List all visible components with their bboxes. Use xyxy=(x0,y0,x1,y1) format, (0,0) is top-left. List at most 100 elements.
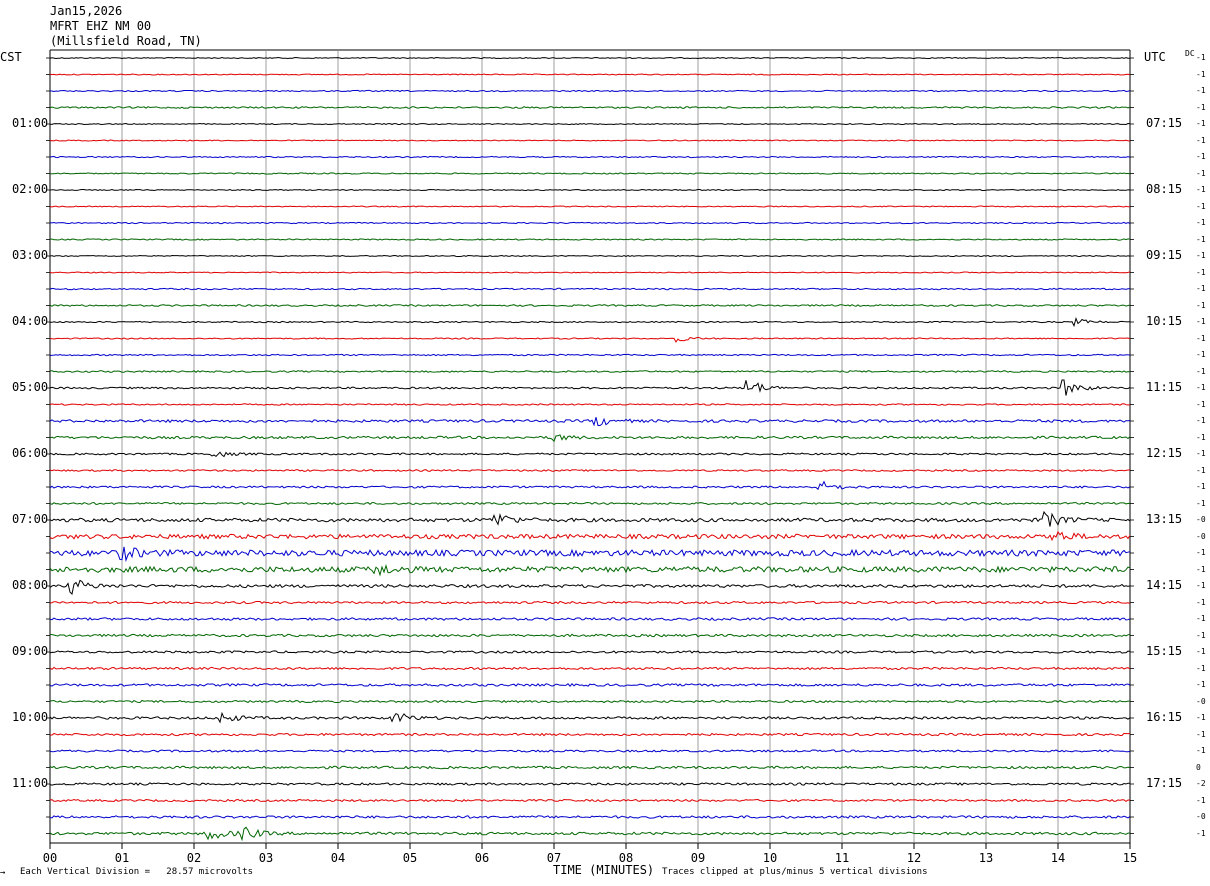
seismic-trace-21 xyxy=(49,403,1131,406)
seismic-trace-2 xyxy=(49,89,1131,93)
dc-offset-label: -1 xyxy=(1196,185,1206,194)
dc-offset-label: -1 xyxy=(1196,729,1206,739)
dc-offset-label: -1 xyxy=(1196,614,1206,623)
seismic-trace-43 xyxy=(49,765,1131,770)
x-tick-label: 00 xyxy=(42,851,58,865)
dc-offset-label: -1 xyxy=(1196,234,1206,244)
left-timezone-label: CST xyxy=(0,50,22,64)
x-tick-label: 09 xyxy=(690,851,706,865)
left-time-label: 03:00 xyxy=(12,248,49,262)
x-tick-label: 13 xyxy=(978,851,994,865)
dc-offset-label: -1 xyxy=(1196,581,1206,590)
seismic-trace-12 xyxy=(49,254,1131,258)
seismic-trace-41 xyxy=(49,732,1131,737)
seismic-trace-34 xyxy=(49,617,1131,621)
seismic-trace-24 xyxy=(49,451,1131,458)
header-location: (Millsfield Road, TN) xyxy=(50,34,202,48)
dc-offset-label: -1 xyxy=(1196,69,1206,79)
seismic-trace-42 xyxy=(49,749,1131,753)
right-timezone-label: UTC xyxy=(1144,50,1166,64)
dc-offset-label: -1 xyxy=(1196,267,1206,277)
dc-offset-label: -1 xyxy=(1196,828,1206,838)
dc-offset-label: -1 xyxy=(1196,251,1206,260)
dc-offset-label: -1 xyxy=(1196,102,1206,112)
dc-offset-label: -1 xyxy=(1196,333,1206,343)
x-tick-label: 02 xyxy=(186,851,202,865)
x-tick-label: 15 xyxy=(1122,851,1138,865)
header-station: MFRT EHZ NM 00 xyxy=(50,19,152,33)
seismic-trace-9 xyxy=(49,205,1130,208)
dc-offset-label: -0 xyxy=(1196,515,1206,524)
seismic-trace-33 xyxy=(49,600,1131,605)
x-tick-label: 04 xyxy=(330,851,346,865)
seismic-trace-35 xyxy=(49,633,1131,638)
seismic-trace-39 xyxy=(49,699,1130,704)
seismic-trace-10 xyxy=(49,221,1131,225)
left-time-label: 05:00 xyxy=(12,380,49,394)
dc-offset-label: -1 xyxy=(1196,218,1206,227)
left-time-label: 07:00 xyxy=(12,512,49,526)
right-time-label: 09:15 xyxy=(1146,248,1183,262)
left-time-label: 09:00 xyxy=(12,644,49,658)
left-time-label: 01:00 xyxy=(12,116,49,130)
seismic-trace-47 xyxy=(49,826,1131,842)
seismic-trace-6 xyxy=(49,155,1131,159)
left-time-label: 04:00 xyxy=(12,314,49,328)
seismic-trace-38 xyxy=(49,683,1131,687)
seismic-trace-23 xyxy=(49,434,1131,443)
x-tick-label: 12 xyxy=(906,851,922,865)
dc-offset-label: -1 xyxy=(1196,168,1206,178)
right-time-label: 15:15 xyxy=(1146,644,1183,658)
seismic-trace-20 xyxy=(49,379,1131,396)
seismic-trace-13 xyxy=(49,271,1131,274)
seismic-trace-3 xyxy=(49,106,1131,109)
seismic-trace-7 xyxy=(49,172,1131,175)
seismic-trace-0 xyxy=(49,56,1131,60)
dc-offset-label: -1 xyxy=(1196,564,1206,574)
seismic-trace-44 xyxy=(49,782,1131,786)
dc-offset-label: -1 xyxy=(1196,416,1206,425)
left-time-label: 10:00 xyxy=(12,710,49,724)
dc-offset-label: -0 xyxy=(1196,812,1206,821)
dc-offset-label: -1 xyxy=(1196,630,1206,640)
dc-offset-label: -1 xyxy=(1196,399,1206,409)
right-time-label: 13:15 xyxy=(1146,512,1183,526)
dc-offset-label: -0 xyxy=(1196,696,1206,706)
x-tick-label: 01 xyxy=(114,851,130,865)
seismic-trace-40 xyxy=(49,711,1131,724)
helicorder-plot xyxy=(46,49,1134,849)
seismic-trace-11 xyxy=(49,238,1131,241)
x-tick-label: 05 xyxy=(402,851,418,865)
right-time-label: 10:15 xyxy=(1146,314,1183,328)
seismic-trace-45 xyxy=(49,798,1131,803)
left-time-label: 11:00 xyxy=(12,776,49,790)
dc-offset-label: -1 xyxy=(1196,366,1206,376)
dc-offset-label: -1 xyxy=(1196,284,1206,293)
left-time-label: 06:00 xyxy=(12,446,49,460)
seismic-trace-18 xyxy=(49,353,1131,357)
seismic-trace-25 xyxy=(49,469,1130,472)
seismic-trace-14 xyxy=(49,287,1130,291)
dc-label: DC xyxy=(1185,49,1195,58)
seismic-trace-32 xyxy=(49,579,1131,595)
seismic-trace-5 xyxy=(49,139,1130,142)
dc-offset-label: -1 xyxy=(1196,86,1206,95)
dc-offset-label: -1 xyxy=(1196,465,1206,475)
seismic-trace-31 xyxy=(49,563,1131,577)
scale-mark: → xyxy=(0,868,6,878)
dc-offset-label: -1 xyxy=(1196,350,1206,359)
seismic-trace-4 xyxy=(49,122,1131,126)
dc-offset-label: -1 xyxy=(1196,449,1206,458)
dc-offset-label: -2 xyxy=(1196,779,1206,788)
x-tick-label: 10 xyxy=(762,851,778,865)
dc-offset-label: -1 xyxy=(1196,53,1206,62)
dc-offset-label: -1 xyxy=(1196,135,1206,145)
dc-offset-label: -1 xyxy=(1196,383,1206,392)
right-time-label: 16:15 xyxy=(1146,710,1183,724)
seismic-trace-15 xyxy=(49,304,1131,307)
dc-offset-label: -1 xyxy=(1196,548,1206,557)
dc-offset-label: -1 xyxy=(1196,498,1206,508)
dc-offset-label: -1 xyxy=(1196,317,1206,326)
x-tick-label: 14 xyxy=(1050,851,1066,865)
right-time-label: 11:15 xyxy=(1146,380,1183,394)
